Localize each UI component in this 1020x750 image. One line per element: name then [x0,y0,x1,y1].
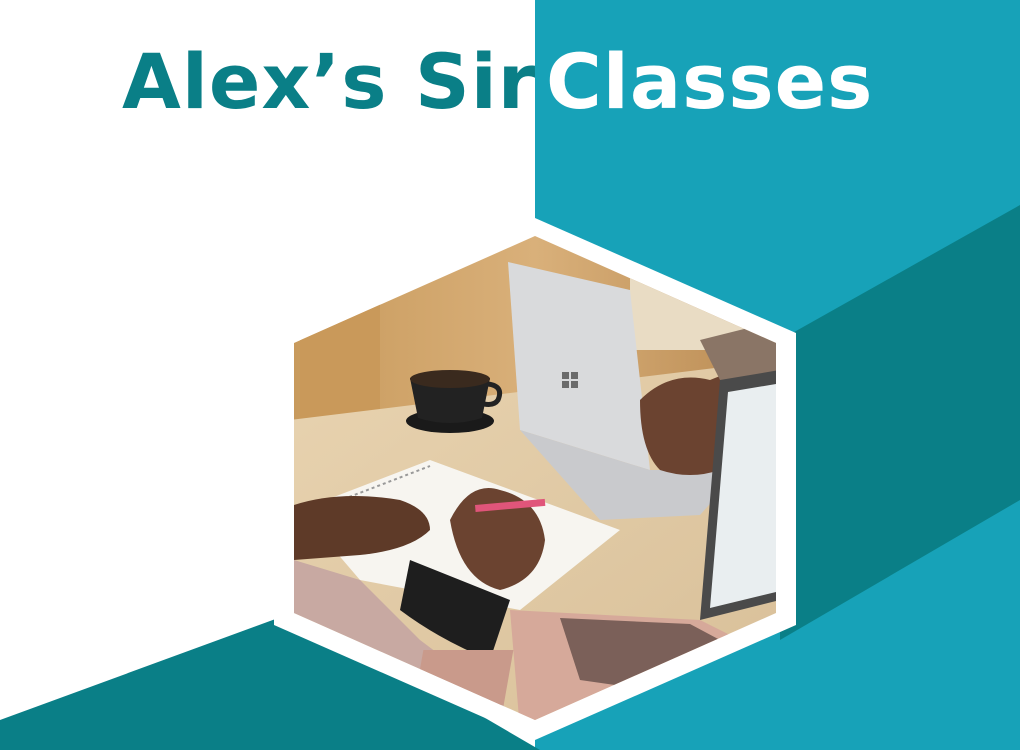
front-laptop-keyboard [560,618,720,690]
title-part-alexs-sir: Alex’s Sir [122,37,537,126]
photo-window [630,240,776,350]
front-laptop-trackpad [413,650,514,705]
photo-wall-panel [300,280,380,430]
coffee-cup-top [410,370,490,388]
title-part-classes: Classes [546,37,874,126]
poster: Alex’s Sir Classes [0,0,1020,750]
